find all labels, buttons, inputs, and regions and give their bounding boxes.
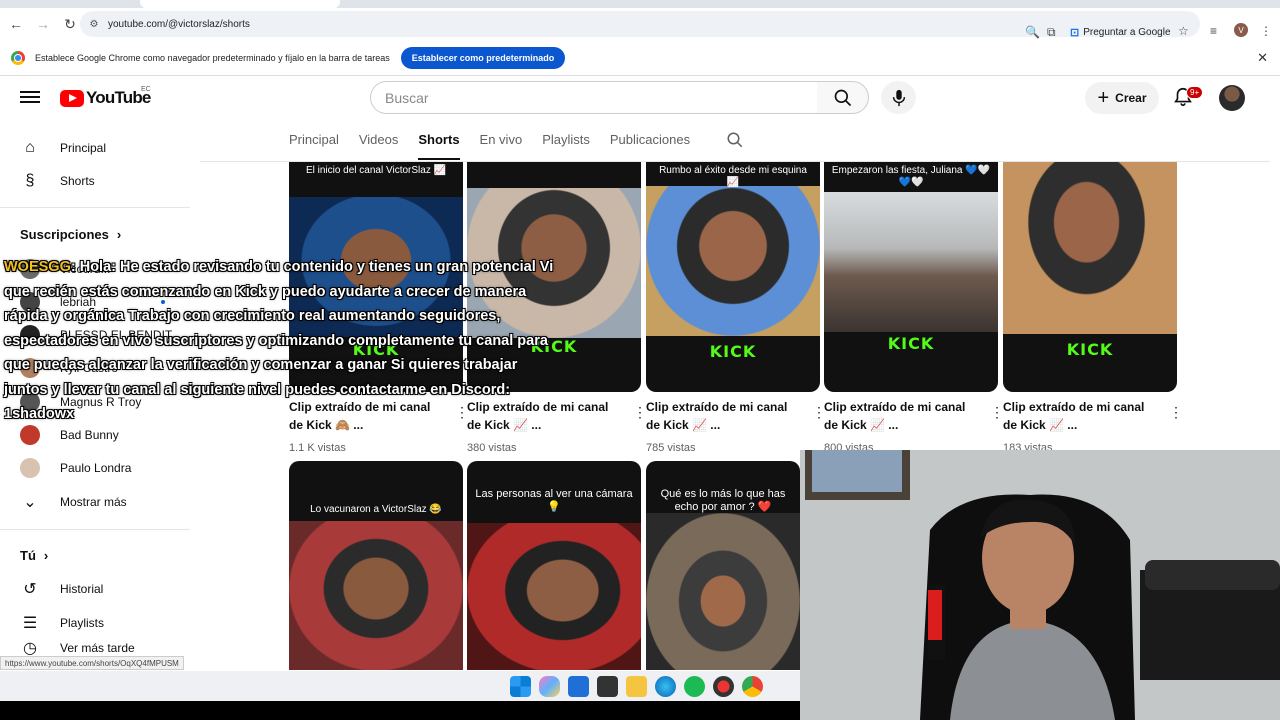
history-icon: ↺ — [23, 581, 37, 598]
windows-start-icon[interactable] — [510, 676, 531, 697]
more-options-icon[interactable]: ⋮ — [1169, 404, 1183, 421]
tab-publicaciones[interactable]: Publicaciones — [610, 132, 690, 160]
subscriptions-heading[interactable]: Suscripciones › — [20, 227, 121, 242]
avatar — [20, 458, 40, 478]
tab-playlists[interactable]: Playlists — [542, 132, 590, 160]
plus-icon: + — [1097, 87, 1110, 109]
sidebar-sub-item[interactable]: Paulo Londra — [0, 451, 190, 485]
store-icon[interactable] — [568, 676, 589, 697]
sidebar-item-shorts[interactable]: § Shorts — [0, 164, 190, 198]
shorts-icon: § — [25, 172, 35, 189]
chevron-down-icon: ⌄ — [23, 494, 37, 511]
chrome-logo-icon — [11, 50, 25, 65]
browser-toolbar: ← → ↻ ⚙ youtube.com/@victorslaz/shorts 🔍… — [0, 8, 1280, 40]
sidebar-item-watch-later[interactable]: ◷ Ver más tarde — [0, 639, 190, 657]
taskbar-icons — [510, 676, 763, 697]
reload-icon[interactable]: ↻ — [58, 12, 82, 36]
microphone-icon — [892, 89, 905, 106]
watch-later-icon: ◷ — [23, 640, 37, 657]
file-explorer-icon[interactable] — [626, 676, 647, 697]
webcam-feed — [800, 450, 1280, 720]
sidebar-item-principal[interactable]: ⌂ Principal — [0, 131, 190, 165]
spotify-icon[interactable] — [684, 676, 705, 697]
app-cube-icon[interactable] — [597, 676, 618, 697]
stream-chat-overlay: WOESGG: Hola: He estado revisando tu con… — [4, 255, 564, 427]
youtube-logo[interactable]: YouTube EC — [60, 86, 151, 108]
short-thumbnail[interactable]: KICK — [1003, 162, 1177, 392]
tab-shorts[interactable]: Shorts — [418, 132, 460, 160]
back-icon[interactable]: ← — [4, 12, 28, 36]
search-button[interactable] — [817, 81, 869, 114]
copilot-icon[interactable] — [539, 676, 560, 697]
search-icon — [834, 89, 851, 106]
chrome-icon[interactable] — [742, 676, 763, 697]
short-thumbnail[interactable]: Lo vacunaron a VictorSlaz 😂 — [289, 461, 463, 670]
avatar — [20, 425, 40, 445]
menu-icon[interactable] — [20, 88, 40, 108]
notification-count-badge: 9+ — [1186, 86, 1204, 99]
forward-icon[interactable]: → — [31, 12, 55, 36]
home-icon: ⌂ — [25, 139, 35, 156]
search-input[interactable]: Buscar — [370, 81, 818, 114]
you-heading[interactable]: Tú › — [20, 548, 48, 563]
profile-avatar[interactable]: V — [1234, 23, 1248, 37]
more-options-icon[interactable]: ⋮ — [990, 404, 1004, 421]
tab-en-vivo[interactable]: En vivo — [480, 132, 523, 160]
account-avatar[interactable] — [1219, 85, 1245, 111]
sidebar-item-playlists[interactable]: ☰ Playlists — [0, 606, 190, 640]
url-text[interactable]: youtube.com/@victorslaz/shorts — [108, 19, 250, 30]
default-browser-infobar: Establece Google Chrome como navegador p… — [0, 40, 1280, 76]
sidebar-divider — [0, 207, 190, 208]
short-thumbnail[interactable]: Las personas al ver una cámara 💡 — [467, 461, 641, 670]
show-more-button[interactable]: ⌄ Mostrar más — [0, 485, 190, 519]
short-thumbnail[interactable]: Rumbo al éxito desde mi esquina 📈 KICK — [646, 162, 820, 392]
chat-message: : Hola: He estado revisando tu contenido… — [4, 259, 554, 422]
playlists-icon: ☰ — [22, 615, 38, 632]
more-options-icon[interactable]: ⋮ — [633, 404, 647, 421]
close-icon[interactable]: ✕ — [1257, 50, 1268, 66]
screen-border — [0, 701, 800, 720]
voice-search-button[interactable] — [881, 81, 916, 114]
channel-tabs: Principal Videos Shorts En vivo Playlist… — [289, 132, 710, 160]
channel-search-icon[interactable] — [726, 131, 744, 149]
tab-strip — [0, 0, 1280, 8]
chat-username: WOESGG — [4, 259, 71, 275]
google-lens-icon: ⊡ — [1070, 26, 1080, 39]
create-button[interactable]: + Crear — [1085, 82, 1159, 114]
tab-videos[interactable]: Videos — [359, 132, 399, 160]
site-info-icon[interactable]: ⚙ — [86, 19, 102, 30]
status-bar-url: https://www.youtube.com/shorts/OqXQ4fMPU… — [0, 656, 184, 670]
edge-icon[interactable] — [655, 676, 676, 697]
tab-principal[interactable]: Principal — [289, 132, 339, 160]
set-default-button[interactable]: Establecer como predeterminado — [400, 46, 566, 69]
short-thumbnail[interactable]: Empezaron las fiesta, Juliana 💙🤍💙🤍 KICK — [824, 162, 998, 392]
sidebar-divider — [0, 529, 190, 530]
youtube-play-icon — [60, 89, 84, 107]
app-red-icon[interactable] — [713, 676, 734, 697]
short-thumbnail[interactable]: Qué es lo más lo que has echo por amor ?… — [646, 461, 800, 670]
active-tab[interactable] — [140, 0, 340, 8]
infobar-message: Establece Google Chrome como navegador p… — [35, 52, 390, 63]
sidebar-item-historial[interactable]: ↺ Historial — [0, 572, 190, 606]
webcam-scene — [800, 450, 1280, 720]
more-options-icon[interactable]: ⋮ — [812, 404, 826, 421]
chevron-right-icon: › — [43, 548, 49, 563]
chevron-right-icon: › — [116, 227, 122, 242]
